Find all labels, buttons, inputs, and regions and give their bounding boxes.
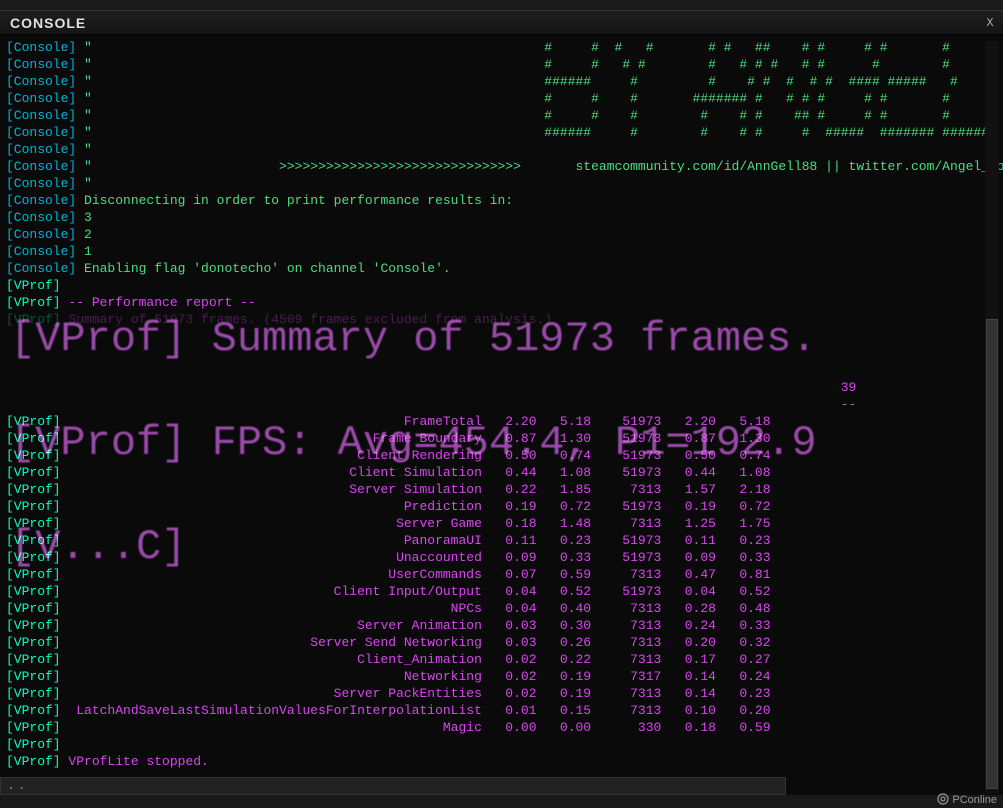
- console-output: [Console] " # # # # # # ## # # # # # [Co…: [0, 35, 1003, 795]
- prof-row: [VProf] Client_Animation 0.02 0.22 7313 …: [6, 651, 1003, 668]
- prof-row: [VProf] LatchAndSaveLastSimulationValues…: [6, 702, 1003, 719]
- scrollbar[interactable]: [985, 41, 999, 793]
- summary-overlay: [VProf] Summary of 51973 frames. [VProf]…: [10, 313, 817, 573]
- input-prompt: ..: [1, 778, 785, 794]
- console-window: CONSOLE X [Console] " # # # # # # ## # #…: [0, 10, 1003, 795]
- titlebar: CONSOLE X: [0, 11, 1003, 35]
- close-button[interactable]: X: [981, 14, 999, 32]
- prof-row: [VProf] Magic 0.00 0.00 330 0.18 0.59: [6, 719, 1003, 736]
- watermark: PConline: [937, 793, 997, 806]
- prof-row: [VProf] Server Animation 0.03 0.30 7313 …: [6, 617, 1003, 634]
- prof-row: [VProf] Server Send Networking 0.03 0.26…: [6, 634, 1003, 651]
- prof-row: [VProf] Networking 0.02 0.19 7317 0.14 0…: [6, 668, 1003, 685]
- scrollbar-thumb[interactable]: [986, 319, 998, 789]
- console-input[interactable]: ..: [0, 777, 786, 795]
- prof-row: [VProf] Client Input/Output 0.04 0.52 51…: [6, 583, 1003, 600]
- prof-row: [VProf] NPCs 0.04 0.40 7313 0.28 0.48: [6, 600, 1003, 617]
- prof-row: [VProf] Server PackEntities 0.02 0.19 73…: [6, 685, 1003, 702]
- window-title: CONSOLE: [10, 15, 86, 31]
